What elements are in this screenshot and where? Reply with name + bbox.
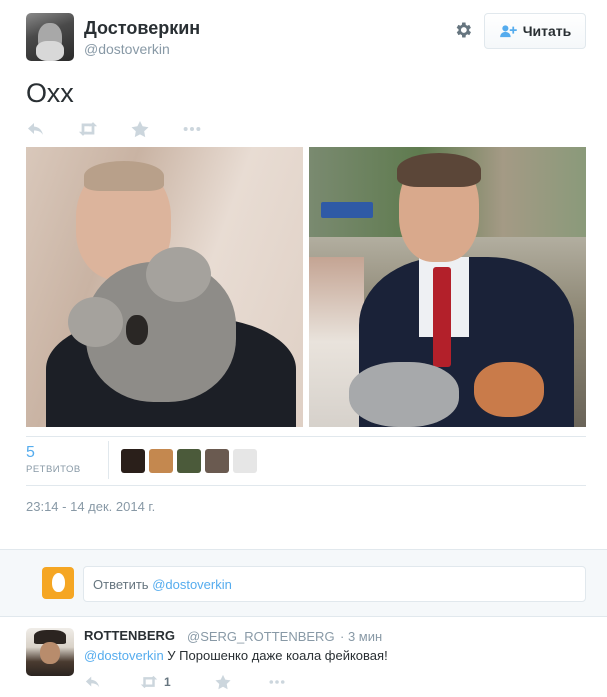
photo-koala-ear	[68, 297, 123, 347]
reply-author-handle[interactable]: @SERG_ROTTENBERG	[187, 629, 335, 644]
favorite-icon[interactable]	[130, 118, 182, 140]
reply-section: Ответить @dostoverkin	[0, 549, 607, 617]
tweet-photo-right[interactable]	[309, 147, 586, 427]
reply-input[interactable]: Ответить @dostoverkin	[83, 566, 586, 602]
photo-tie	[433, 267, 451, 367]
reply-author-avatar[interactable]	[26, 628, 74, 676]
follow-icon	[499, 25, 517, 38]
reply-actions: 1	[84, 674, 286, 690]
photo-koala-nose	[126, 315, 148, 345]
more-icon[interactable]	[268, 674, 286, 690]
photo-hair	[397, 153, 481, 187]
author-avatar[interactable]	[26, 13, 74, 61]
retweet-icon[interactable]: 1	[140, 674, 214, 690]
retweet-count[interactable]: 5	[26, 444, 35, 462]
tweet-photo-left[interactable]	[26, 147, 303, 427]
reply-text-body: У Порошенко даже коала фейковая!	[163, 648, 388, 663]
divider	[26, 436, 586, 437]
reply-prefix: Ответить	[93, 577, 153, 592]
author-display-name[interactable]: Достоверкин	[84, 18, 200, 39]
stats-separator	[108, 441, 109, 479]
divider	[26, 485, 586, 486]
tweet-actions	[26, 118, 234, 140]
photo-toy-kangaroo	[474, 362, 544, 417]
follow-button[interactable]: Читать	[484, 13, 586, 49]
photo-toy-koala	[349, 362, 459, 427]
photo-sign	[321, 202, 373, 218]
retweeter-avatar[interactable]	[233, 449, 257, 473]
reply-retweet-count: 1	[164, 675, 171, 689]
gear-icon[interactable]	[453, 20, 473, 40]
favorite-icon[interactable]	[214, 674, 268, 690]
reply-author-name[interactable]: ROTTENBERG	[84, 628, 175, 643]
retweeter-avatar[interactable]	[177, 449, 201, 473]
follow-label: Читать	[522, 23, 572, 39]
reply-text-mention[interactable]: @dostoverkin	[84, 648, 164, 663]
reply-icon[interactable]	[26, 118, 78, 140]
reply-text: @dostoverkin У Порошенко даже коала фейк…	[84, 648, 388, 663]
tweet-timestamp: 23:14 - 14 дек. 2014 г.	[26, 499, 156, 514]
user-avatar	[42, 567, 74, 599]
retweeter-avatar[interactable]	[121, 449, 145, 473]
photo-koala-ear	[146, 247, 211, 302]
reply-mention: @dostoverkin	[152, 577, 232, 592]
reply-icon[interactable]	[84, 674, 140, 690]
photo-hair	[84, 161, 164, 191]
retweeter-avatar[interactable]	[149, 449, 173, 473]
egg-icon	[52, 573, 65, 592]
more-icon[interactable]	[182, 118, 234, 140]
reply-time[interactable]: · 3 мин	[340, 629, 382, 644]
retweet-icon[interactable]	[78, 118, 130, 140]
avatar-face	[40, 642, 60, 664]
retweet-label[interactable]: РЕТВИТОВ	[26, 464, 81, 475]
retweeter-avatar[interactable]	[205, 449, 229, 473]
retweeter-avatars	[121, 449, 257, 473]
author-screen-name[interactable]: @dostoverkin	[84, 41, 170, 57]
tweet-text: Охх	[26, 78, 74, 108]
avatar-beard	[36, 41, 64, 61]
